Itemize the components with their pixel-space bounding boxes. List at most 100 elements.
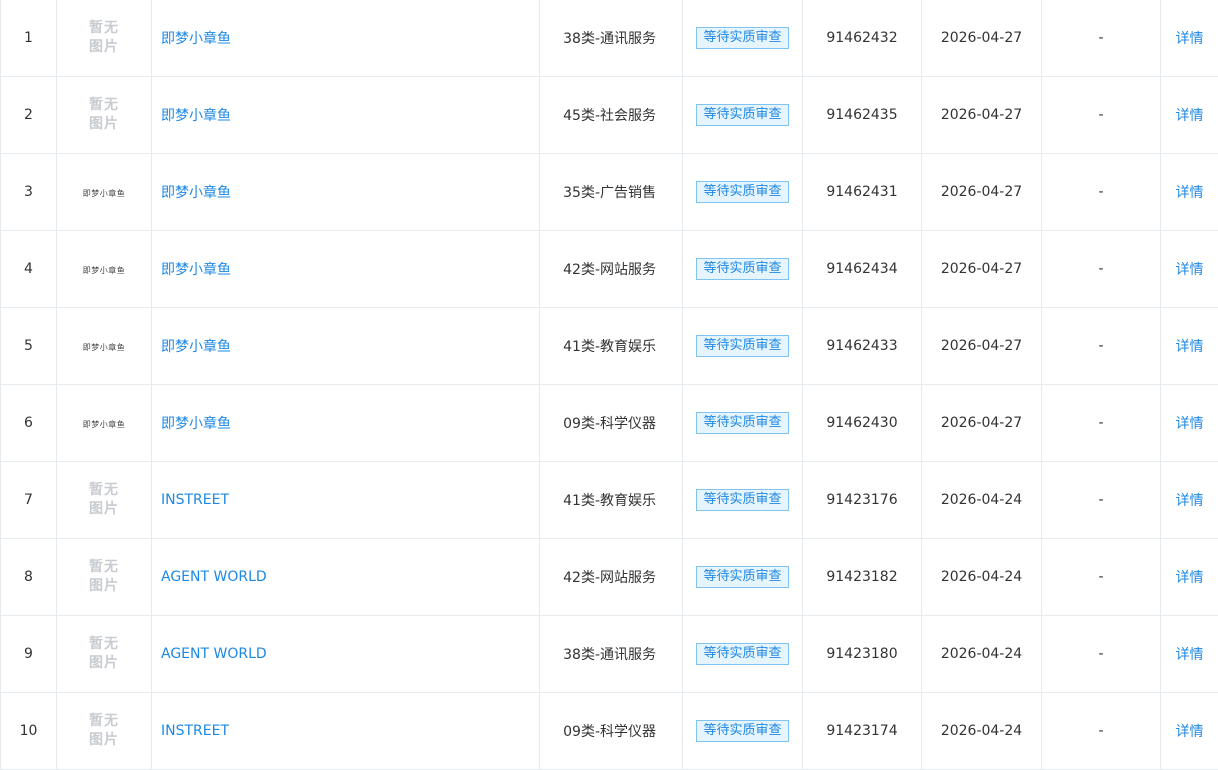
trademark-image-cell: 暂无图片 [57,0,152,77]
action-cell: 详情 [1161,154,1218,231]
detail-link[interactable]: 详情 [1176,31,1204,47]
trademark-logo: 即梦小章鱼 [83,188,126,199]
trademark-logo: 即梦小章鱼 [83,342,126,353]
trademark-image-cell: 暂无图片 [57,77,152,154]
status-cell: 等待实质审查 [683,462,803,539]
registration-number: 91462434 [803,231,922,308]
no-image-text-2: 图片 [89,38,119,57]
extra-value: - [1042,462,1161,539]
extra-value: - [1042,77,1161,154]
trademark-logo: 即梦小章鱼 [83,265,126,276]
status-badge: 等待实质审查 [696,643,788,665]
trademark-class: 41类-教育娱乐 [540,308,683,385]
detail-link[interactable]: 详情 [1176,185,1204,201]
trademark-name-link[interactable]: INSTREET [161,492,229,508]
application-date: 2026-04-24 [922,462,1042,539]
detail-link[interactable]: 详情 [1176,570,1204,586]
row-index: 5 [1,308,57,385]
trademark-name-cell: 即梦小章鱼 [152,385,540,462]
row-index: 8 [1,539,57,616]
action-cell: 详情 [1161,77,1218,154]
trademark-class: 41类-教育娱乐 [540,462,683,539]
trademark-class: 42类-网站服务 [540,539,683,616]
status-badge: 等待实质审查 [696,566,788,588]
detail-link[interactable]: 详情 [1176,416,1204,432]
trademark-name-link[interactable]: 即梦小章鱼 [161,262,231,278]
trademark-name-cell: INSTREET [152,462,540,539]
trademark-name-link[interactable]: 即梦小章鱼 [161,339,231,355]
trademark-image-cell: 暂无图片 [57,462,152,539]
action-cell: 详情 [1161,462,1218,539]
trademark-image-cell: 暂无图片 [57,539,152,616]
extra-value: - [1042,308,1161,385]
detail-link[interactable]: 详情 [1176,724,1204,740]
extra-value: - [1042,0,1161,77]
row-index: 1 [1,0,57,77]
action-cell: 详情 [1161,385,1218,462]
detail-link[interactable]: 详情 [1176,647,1204,663]
row-index: 3 [1,154,57,231]
table-row: 5 即梦小章鱼 即梦小章鱼 41类-教育娱乐 等待实质审查 91462433 2… [1,308,1218,385]
no-image-text-2: 图片 [89,577,119,596]
table-body: 1 暂无图片 即梦小章鱼 38类-通讯服务 等待实质审查 91462432 20… [1,0,1218,770]
status-cell: 等待实质审查 [683,308,803,385]
application-date: 2026-04-27 [922,308,1042,385]
status-badge: 等待实质审查 [696,335,788,357]
action-cell: 详情 [1161,616,1218,693]
trademark-name-link[interactable]: AGENT WORLD [161,646,267,662]
no-image-text-1: 暂无 [89,635,119,654]
table-row: 10 暂无图片 INSTREET 09类-科学仪器 等待实质审查 9142317… [1,693,1218,770]
trademark-logo: 即梦小章鱼 [83,419,126,430]
no-image-text-2: 图片 [89,115,119,134]
registration-number: 91423176 [803,462,922,539]
application-date: 2026-04-27 [922,0,1042,77]
status-cell: 等待实质审查 [683,616,803,693]
no-image-placeholder: 暂无图片 [89,558,119,596]
trademark-class: 09类-科学仪器 [540,385,683,462]
trademark-name-link[interactable]: AGENT WORLD [161,569,267,585]
trademark-class: 38类-通讯服务 [540,616,683,693]
trademark-name-link[interactable]: INSTREET [161,723,229,739]
no-image-text-1: 暂无 [89,19,119,38]
extra-value: - [1042,539,1161,616]
no-image-text-1: 暂无 [89,96,119,115]
trademark-image-cell: 即梦小章鱼 [57,308,152,385]
no-image-placeholder: 暂无图片 [89,481,119,519]
application-date: 2026-04-24 [922,693,1042,770]
no-image-text-2: 图片 [89,731,119,750]
registration-number: 91462431 [803,154,922,231]
action-cell: 详情 [1161,693,1218,770]
registration-number: 91462432 [803,0,922,77]
trademark-name-link[interactable]: 即梦小章鱼 [161,416,231,432]
application-date: 2026-04-27 [922,154,1042,231]
trademark-name-link[interactable]: 即梦小章鱼 [161,108,231,124]
row-index: 10 [1,693,57,770]
action-cell: 详情 [1161,0,1218,77]
registration-number: 91423174 [803,693,922,770]
extra-value: - [1042,231,1161,308]
action-cell: 详情 [1161,308,1218,385]
table-row: 6 即梦小章鱼 即梦小章鱼 09类-科学仪器 等待实质审查 91462430 2… [1,385,1218,462]
detail-link[interactable]: 详情 [1176,262,1204,278]
table-row: 8 暂无图片 AGENT WORLD 42类-网站服务 等待实质审查 91423… [1,539,1218,616]
trademark-name-link[interactable]: 即梦小章鱼 [161,185,231,201]
row-index: 6 [1,385,57,462]
no-image-placeholder: 暂无图片 [89,712,119,750]
row-index: 2 [1,77,57,154]
trademark-name-cell: INSTREET [152,693,540,770]
no-image-text-1: 暂无 [89,712,119,731]
trademark-class: 38类-通讯服务 [540,0,683,77]
trademark-name-link[interactable]: 即梦小章鱼 [161,31,231,47]
detail-link[interactable]: 详情 [1176,108,1204,124]
trademark-class: 09类-科学仪器 [540,693,683,770]
application-date: 2026-04-24 [922,539,1042,616]
trademark-image-cell: 即梦小章鱼 [57,154,152,231]
trademark-name-cell: AGENT WORLD [152,616,540,693]
extra-value: - [1042,693,1161,770]
detail-link[interactable]: 详情 [1176,339,1204,355]
trademark-name-cell: 即梦小章鱼 [152,154,540,231]
trademark-image-cell: 暂无图片 [57,616,152,693]
status-cell: 等待实质审查 [683,693,803,770]
table-row: 7 暂无图片 INSTREET 41类-教育娱乐 等待实质审查 91423176… [1,462,1218,539]
detail-link[interactable]: 详情 [1176,493,1204,509]
